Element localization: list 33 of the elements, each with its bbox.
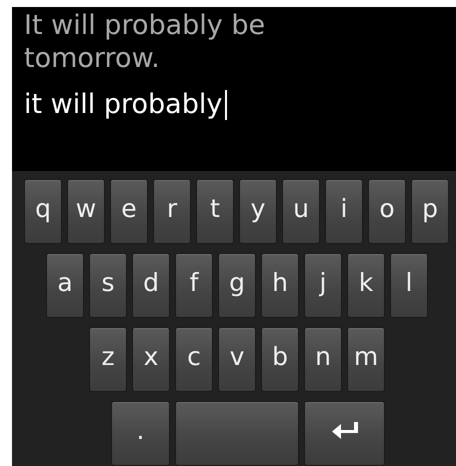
key[interactable]: r: [153, 179, 191, 244]
key[interactable]: c: [175, 327, 213, 392]
key[interactable]: x: [132, 327, 170, 392]
key[interactable]: d: [132, 253, 170, 318]
key[interactable]: z: [89, 327, 127, 392]
key[interactable]: p: [411, 179, 449, 244]
prompt-text: It will probably be tomorrow.: [24, 9, 266, 75]
input-field[interactable]: it will probably: [24, 87, 222, 123]
text-cursor: [225, 90, 228, 120]
key[interactable]: q: [24, 179, 62, 244]
key[interactable]: w: [67, 179, 105, 244]
enter-icon: [330, 420, 360, 442]
key[interactable]: i: [325, 179, 363, 244]
key[interactable]: j: [304, 253, 342, 318]
key[interactable]: l: [390, 253, 428, 318]
key[interactable]: e: [110, 179, 148, 244]
key[interactable]: u: [282, 179, 320, 244]
period-key[interactable]: .: [111, 401, 170, 466]
key[interactable]: f: [175, 253, 213, 318]
key[interactable]: t: [196, 179, 234, 244]
key[interactable]: a: [46, 253, 84, 318]
key[interactable]: n: [304, 327, 342, 392]
space-key[interactable]: [175, 401, 299, 466]
key[interactable]: v: [218, 327, 256, 392]
enter-key[interactable]: [304, 401, 385, 466]
key[interactable]: y: [239, 179, 277, 244]
key[interactable]: k: [347, 253, 385, 318]
key[interactable]: m: [347, 327, 385, 392]
key[interactable]: b: [261, 327, 299, 392]
key[interactable]: g: [218, 253, 256, 318]
key[interactable]: o: [368, 179, 406, 244]
key[interactable]: s: [89, 253, 127, 318]
key[interactable]: h: [261, 253, 299, 318]
